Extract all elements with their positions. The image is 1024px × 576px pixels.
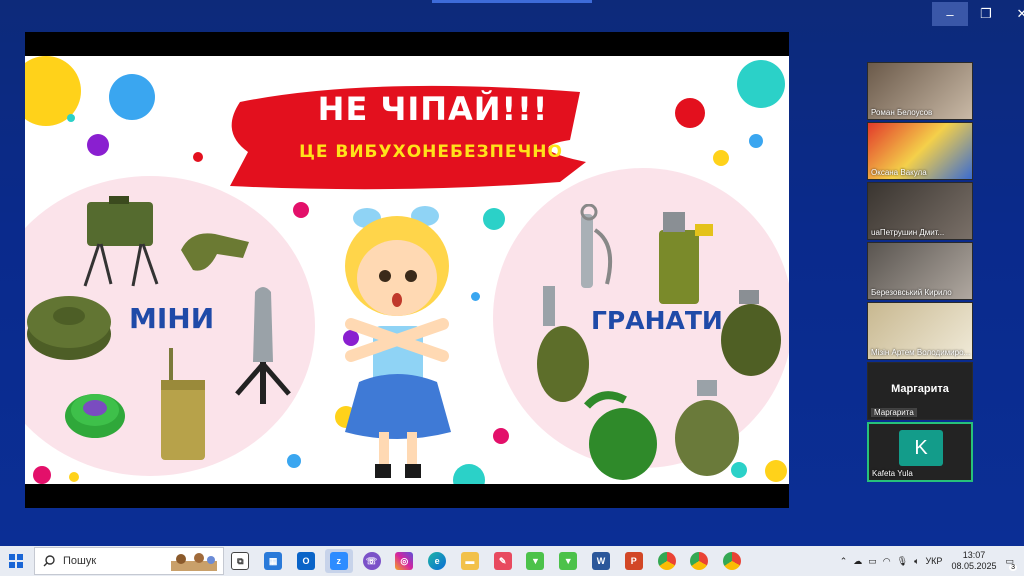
decor-dot xyxy=(287,454,301,468)
grenade-khaki-image xyxy=(675,380,739,476)
language-indicator[interactable]: УКР xyxy=(925,556,942,566)
mines-label: МІНИ xyxy=(129,302,215,335)
participants-panel: Роман Белоусов Оксана Вакула uaПетрушин … xyxy=(867,62,975,484)
start-button[interactable] xyxy=(0,546,32,576)
decor-dot xyxy=(737,60,785,108)
avatar: K xyxy=(899,430,943,466)
decor-dot xyxy=(749,134,763,148)
girl-illustration xyxy=(345,206,451,478)
participant-display-name: Маргарита xyxy=(891,383,949,395)
participant-name: Оксана Вакула xyxy=(871,168,927,177)
participant-tile[interactable]: Маргарита Маргарита xyxy=(867,362,973,420)
butterfly-mine-image xyxy=(181,233,249,271)
claymore-mine-image xyxy=(83,196,159,287)
download-app-2-icon[interactable]: ▼ xyxy=(554,549,582,573)
chrome-icon[interactable] xyxy=(653,549,681,573)
grenade-green-image xyxy=(584,391,657,480)
zoom-icon[interactable]: z xyxy=(324,549,353,573)
participant-tile[interactable]: Роман Белоусов xyxy=(867,62,973,120)
taskbar: Пошук ⧉ ▦ O z ☏ ◎ e ▬ ✎ ▼ ▼ W P ⌃ ☁ ▭ ◠ … xyxy=(0,546,1024,576)
cylinder-mine-image xyxy=(161,348,205,460)
restore-button[interactable]: ❐ xyxy=(968,2,1004,26)
participant-name: uaПетрушин Дмит... xyxy=(871,228,945,237)
participant-tile[interactable]: uaПетрушин Дмит... xyxy=(867,182,973,240)
decor-dot xyxy=(33,466,51,484)
volume-icon[interactable]: 🔈︎ xyxy=(914,556,919,567)
word-icon[interactable]: W xyxy=(587,549,615,573)
participant-tile-active-speaker[interactable]: K Kafeta Yula xyxy=(867,422,973,482)
decor-dot xyxy=(765,460,787,482)
store-icon[interactable]: ▦ xyxy=(259,549,287,573)
powerpoint-icon[interactable]: P xyxy=(620,549,648,573)
participant-tile[interactable]: Оксана Вакула xyxy=(867,122,973,180)
participant-tile[interactable]: Березовський Кирило xyxy=(867,242,973,300)
file-explorer-icon[interactable]: ▬ xyxy=(456,549,484,573)
decor-dot xyxy=(713,150,729,166)
wifi-icon[interactable]: ◠ xyxy=(883,556,891,567)
search-placeholder: Пошук xyxy=(63,555,97,567)
slide-title: НЕ ЧІПАЙ!!! xyxy=(317,90,549,128)
chrome-2-icon[interactable] xyxy=(685,549,713,573)
decor-dot xyxy=(67,114,75,122)
grenades-label: ГРАНАТИ xyxy=(591,306,723,335)
participant-tile[interactable]: Мізін Артем Володимиро... xyxy=(867,302,973,360)
decor-dot xyxy=(69,472,79,482)
anti-tank-mine-image xyxy=(27,296,111,360)
smoke-grenade-image xyxy=(659,212,713,304)
outlook-icon[interactable]: O xyxy=(292,549,320,573)
pressure-mine-image xyxy=(65,394,125,438)
decor-dot xyxy=(493,428,509,444)
clock[interactable]: 13:07 08.05.2025 xyxy=(951,550,996,572)
notifications-icon[interactable]: ▭ 3 xyxy=(1005,556,1017,571)
slide-subtitle: ЦЕ ВИБУХОНЕБЕЗПЕЧНО xyxy=(299,142,563,162)
system-tray: ⌃ ☁ ▭ ◠ 🎙︎ 🔈︎ УКР 13:07 08.05.2025 ▭ 3 xyxy=(837,546,1024,576)
task-view-icon[interactable]: ⧉ xyxy=(226,549,254,573)
shared-screen: НЕ ЧІПАЙ!!! ЦЕ ВИБУХОНЕБЕЗПЕЧНО МІНИ ГРА… xyxy=(25,32,789,508)
bounding-mine-image xyxy=(235,287,291,404)
slide: НЕ ЧІПАЙ!!! ЦЕ ВИБУХОНЕБЕЗПЕЧНО МІНИ ГРА… xyxy=(25,56,789,484)
clock-time: 13:07 xyxy=(962,550,986,560)
cloud-icon[interactable]: ☁ xyxy=(853,556,862,567)
participant-name: Роман Белоусов xyxy=(871,108,933,117)
download-app-icon[interactable]: ▼ xyxy=(521,549,549,573)
search-highlight-icon xyxy=(171,553,217,571)
participant-name: Мізін Артем Володимиро... xyxy=(871,348,971,357)
windows-icon xyxy=(9,554,23,568)
grenade-fuse-image xyxy=(580,204,612,288)
viber-icon[interactable]: ☏ xyxy=(358,549,386,573)
participant-name: Kafeta Yula xyxy=(872,469,913,478)
decor-dot xyxy=(675,98,705,128)
frag-grenade-f1-image xyxy=(721,290,781,376)
close-button[interactable]: ✕ xyxy=(1004,2,1024,26)
paint-icon[interactable]: ✎ xyxy=(489,549,517,573)
search-icon xyxy=(43,555,55,567)
instagram-icon[interactable]: ◎ xyxy=(390,549,418,573)
microphone-icon[interactable]: 🎙︎ xyxy=(897,556,908,567)
decor-dot xyxy=(109,74,155,120)
notification-count: 3 xyxy=(1009,563,1017,571)
decor-dot xyxy=(193,152,203,162)
minimize-button[interactable]: – xyxy=(932,2,968,26)
clock-date: 08.05.2025 xyxy=(951,561,997,571)
decor-dot xyxy=(471,292,480,301)
window-controls: – ❐ ✕ xyxy=(932,2,1024,26)
window-title-accent xyxy=(432,0,592,3)
decor-dot xyxy=(87,134,109,156)
battery-icon[interactable]: ▭ xyxy=(868,556,877,567)
edge-icon[interactable]: e xyxy=(423,549,451,573)
taskbar-search-box[interactable]: Пошук xyxy=(34,547,224,575)
chrome-3-icon[interactable] xyxy=(718,549,746,573)
decor-dot xyxy=(483,208,505,230)
participant-name: Маргарита xyxy=(871,408,917,417)
decor-dot xyxy=(293,202,309,218)
chevron-up-icon[interactable]: ⌃ xyxy=(840,556,848,567)
participant-name: Березовський Кирило xyxy=(871,288,952,297)
